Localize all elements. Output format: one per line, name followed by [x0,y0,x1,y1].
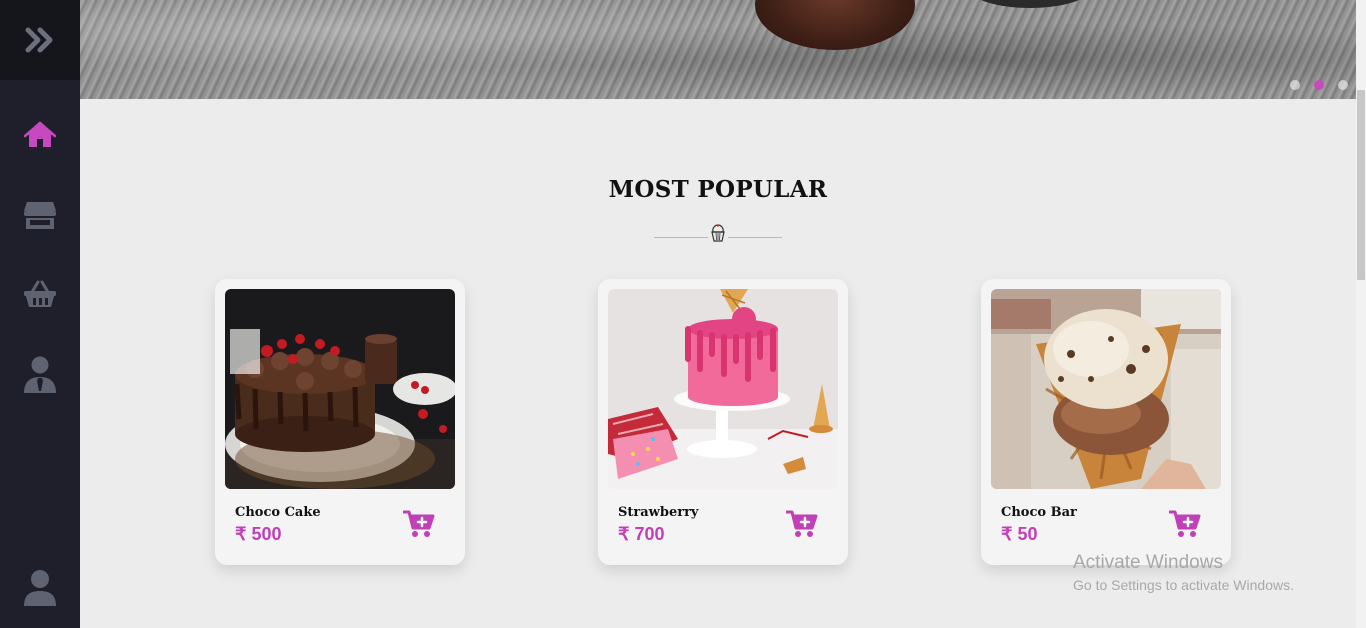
double-chevron-right-icon [25,27,53,53]
divider-line-right [728,237,782,238]
product-image-choco-cake[interactable] [225,289,455,489]
sidebar-item-profile[interactable] [0,345,80,405]
page-scrollbar[interactable] [1356,0,1366,628]
product-price: ₹ 50 [1001,524,1038,544]
carousel-dot-2[interactable] [1314,80,1324,90]
sidebar-toggle-button[interactable] [0,0,80,80]
section-title: MOST POPULAR [608,176,828,203]
product-image-choco-bar[interactable] [991,289,1221,489]
add-to-cart-icon[interactable] [786,509,818,539]
user-icon [24,570,56,606]
carousel-dot-3[interactable] [1338,80,1348,90]
carousel-dot-1[interactable] [1290,80,1300,90]
sidebar [0,0,80,628]
scrollbar-thumb[interactable] [1357,90,1365,280]
store-icon [24,202,56,229]
product-card[interactable]: Choco Cake ₹ 500 [215,279,465,565]
product-name: Strawberry [618,505,699,520]
add-to-cart-icon[interactable] [1169,509,1201,539]
sidebar-item-store[interactable] [0,185,80,245]
product-name: Choco Cake [235,505,321,520]
product-card[interactable]: Strawberry ₹ 700 [598,279,848,565]
add-to-cart-icon[interactable] [403,509,435,539]
section-divider [654,224,782,244]
sidebar-item-home[interactable] [0,105,80,165]
hero-banner [80,0,1356,99]
user-tie-icon [24,356,56,393]
sidebar-item-basket[interactable] [0,264,80,324]
sidebar-item-account[interactable] [0,558,80,618]
hero-dessert-image [755,0,915,50]
product-price: ₹ 500 [235,524,282,544]
product-image-strawberry[interactable] [608,289,838,489]
activate-windows-subtitle: Go to Settings to activate Windows. [1073,577,1294,593]
product-name: Choco Bar [1001,505,1077,520]
cupcake-icon [711,224,725,242]
hero-dessert-image-2 [970,0,1090,8]
product-price: ₹ 700 [618,524,665,544]
product-card[interactable]: Choco Bar ₹ 50 [981,279,1231,565]
basket-icon [24,280,56,307]
carousel-dots [1290,80,1348,90]
home-icon [24,121,56,147]
activate-windows-title: Activate Windows [1073,552,1223,573]
divider-line-left [654,237,708,238]
